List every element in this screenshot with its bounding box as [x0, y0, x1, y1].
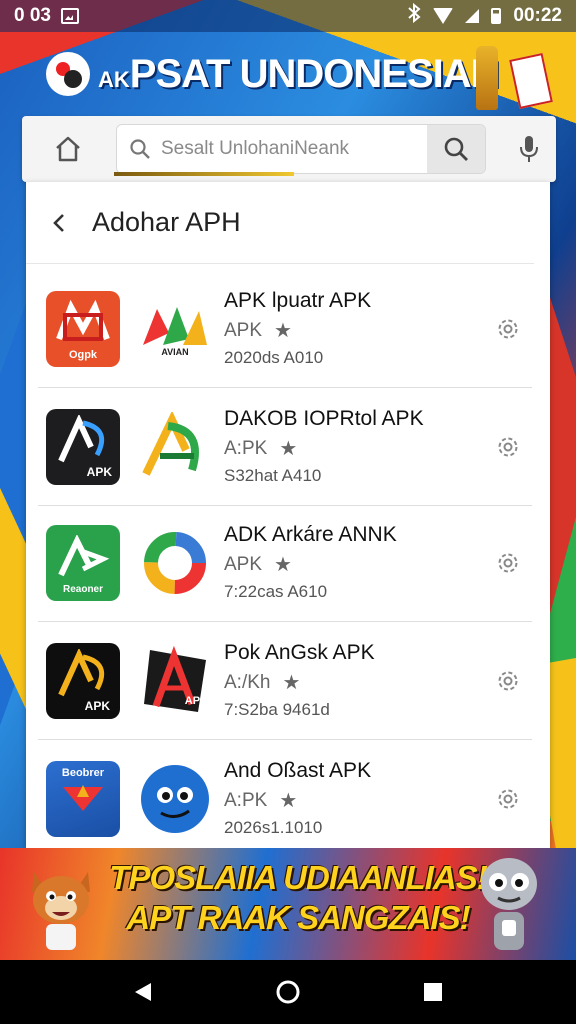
- bluetooth-icon: [407, 2, 421, 29]
- app-name: ADK Arkáre ANNK: [224, 523, 397, 546]
- app-version: 2026s1.1010: [224, 818, 323, 837]
- voice-search-button[interactable]: [514, 134, 544, 164]
- app-type: A:PK: [224, 789, 268, 811]
- gear-icon: [498, 789, 518, 808]
- promo-line-2: APT RAAK SANGZAIS!: [126, 899, 470, 936]
- brand-logo: [46, 52, 90, 96]
- app-icon-label: APK: [86, 464, 112, 479]
- app-icon-label: Beobrer: [61, 766, 105, 779]
- mascot-fox-image: [32, 872, 90, 950]
- search-icon: [130, 139, 150, 159]
- app-icon-label: Reaoner: [62, 583, 103, 595]
- banner-prefix: AK: [98, 66, 130, 92]
- nav-back-button[interactable]: [123, 972, 163, 1012]
- search-button[interactable]: [427, 125, 485, 173]
- app-type: A:PK: [224, 437, 268, 459]
- app-name: DAKOB IOPRtol APK: [224, 407, 424, 430]
- app-icon: APK: [46, 408, 120, 485]
- mascot-robot-image: [481, 858, 537, 950]
- wifi-icon: [433, 8, 454, 24]
- app-icon-alt: APK: [138, 643, 212, 719]
- app-icon-label: Ogpk: [68, 348, 98, 361]
- settings-button[interactable]: [490, 311, 526, 347]
- settings-button[interactable]: [490, 429, 526, 465]
- app-icon: Ogpk: [46, 290, 120, 367]
- list-item[interactable]: APK DAKOB IOPRtol APK A:PK ★ S32hat A410: [38, 388, 532, 506]
- app-version: S32hat A410: [224, 466, 322, 485]
- app-icon-alt: [138, 409, 212, 485]
- star-icon: ★: [279, 790, 298, 812]
- gear-icon: [498, 319, 518, 338]
- app-icon-alt-label: APK: [184, 694, 208, 707]
- app-icon-label: APK: [84, 698, 110, 713]
- app-type: APK: [224, 553, 263, 575]
- app-list-panel: Adohar APH Ogpk AVIAN APK lpuatr APK APK…: [26, 182, 550, 858]
- gear-icon: [498, 437, 518, 456]
- search-field[interactable]: [116, 124, 486, 174]
- app-name: Pok AnGsk APK: [224, 641, 375, 664]
- settings-button[interactable]: [490, 663, 526, 699]
- settings-button[interactable]: [490, 545, 526, 581]
- promo-text: TPOSLAIIA UDIAANLIAS! APT RAAK SANGZAIS!: [108, 858, 488, 938]
- panel-title: Adohar APH: [92, 207, 241, 237]
- list-item[interactable]: Beobrer And Oßast APK A:PK ★ 2026s1.1010: [38, 740, 532, 858]
- app-icon: APK: [46, 642, 120, 719]
- mic-icon: [520, 136, 538, 162]
- status-bar: 0 03 00:22: [0, 0, 576, 32]
- list-item[interactable]: Ogpk AVIAN APK lpuatr APK APK ★ 2020ds A0…: [38, 270, 532, 388]
- star-icon: ★: [274, 320, 292, 342]
- app-type: APK: [224, 319, 263, 341]
- recents-icon: [424, 983, 443, 1001]
- app-version: 7:22cas A610: [224, 582, 328, 601]
- list-item[interactable]: APK APK Pok AnGsk APK A:/Kh ★ 7:S2ba 9461…: [38, 622, 532, 740]
- home-icon: [276, 980, 300, 1004]
- banner-title-text: PSAT UNDONESIAN: [129, 51, 500, 96]
- search-progress-underline: [114, 172, 294, 176]
- app-type: A:/Kh: [224, 671, 271, 693]
- app-icon: Beobrer: [46, 760, 120, 837]
- gear-icon: [498, 553, 518, 572]
- banner-title: AKPSAT UNDONESIAN: [98, 51, 500, 97]
- home-icon: [56, 136, 80, 162]
- star-icon: ★: [274, 554, 292, 576]
- app-version: 2020ds A010: [224, 348, 324, 367]
- battery-icon: [491, 8, 502, 24]
- bottle-decoration: [476, 46, 498, 110]
- app-icon-alt-label: AVIAN: [161, 346, 189, 357]
- system-nav-bar: [0, 960, 576, 1024]
- panel-header: Adohar APH: [26, 182, 534, 264]
- settings-button[interactable]: [490, 781, 526, 817]
- app-name: APK lpuatr APK: [224, 289, 372, 312]
- home-button[interactable]: [38, 116, 98, 182]
- star-icon: ★: [279, 438, 298, 460]
- search-icon: [444, 137, 468, 161]
- nav-home-button[interactable]: [268, 972, 308, 1012]
- arrow-left-icon: [53, 213, 64, 232]
- app-icon-alt: [138, 761, 212, 837]
- app-version: 7:S2ba 9461d: [224, 700, 330, 719]
- list-item[interactable]: Reaoner ADK Arkáre ANNK APK ★ 7:22cas A61…: [38, 504, 532, 622]
- back-button[interactable]: [30, 193, 90, 253]
- promo-line-1: TPOSLAIIA UDIAANLIAS!: [109, 859, 487, 896]
- status-left-text: 0 03: [14, 5, 51, 26]
- back-icon: [134, 983, 151, 1001]
- nav-recents-button[interactable]: [413, 972, 453, 1012]
- signal-icon: [465, 9, 480, 23]
- app-icon-alt: [138, 525, 212, 601]
- star-icon: ★: [282, 672, 301, 694]
- app-name: And Oßast APK: [224, 759, 372, 782]
- app-icon-alt: AVIAN: [138, 291, 212, 367]
- gear-icon: [498, 671, 518, 690]
- image-icon: [60, 8, 79, 24]
- app-icon: Reaoner: [46, 524, 120, 601]
- status-time: 00:22: [513, 5, 562, 26]
- search-input[interactable]: [161, 138, 391, 160]
